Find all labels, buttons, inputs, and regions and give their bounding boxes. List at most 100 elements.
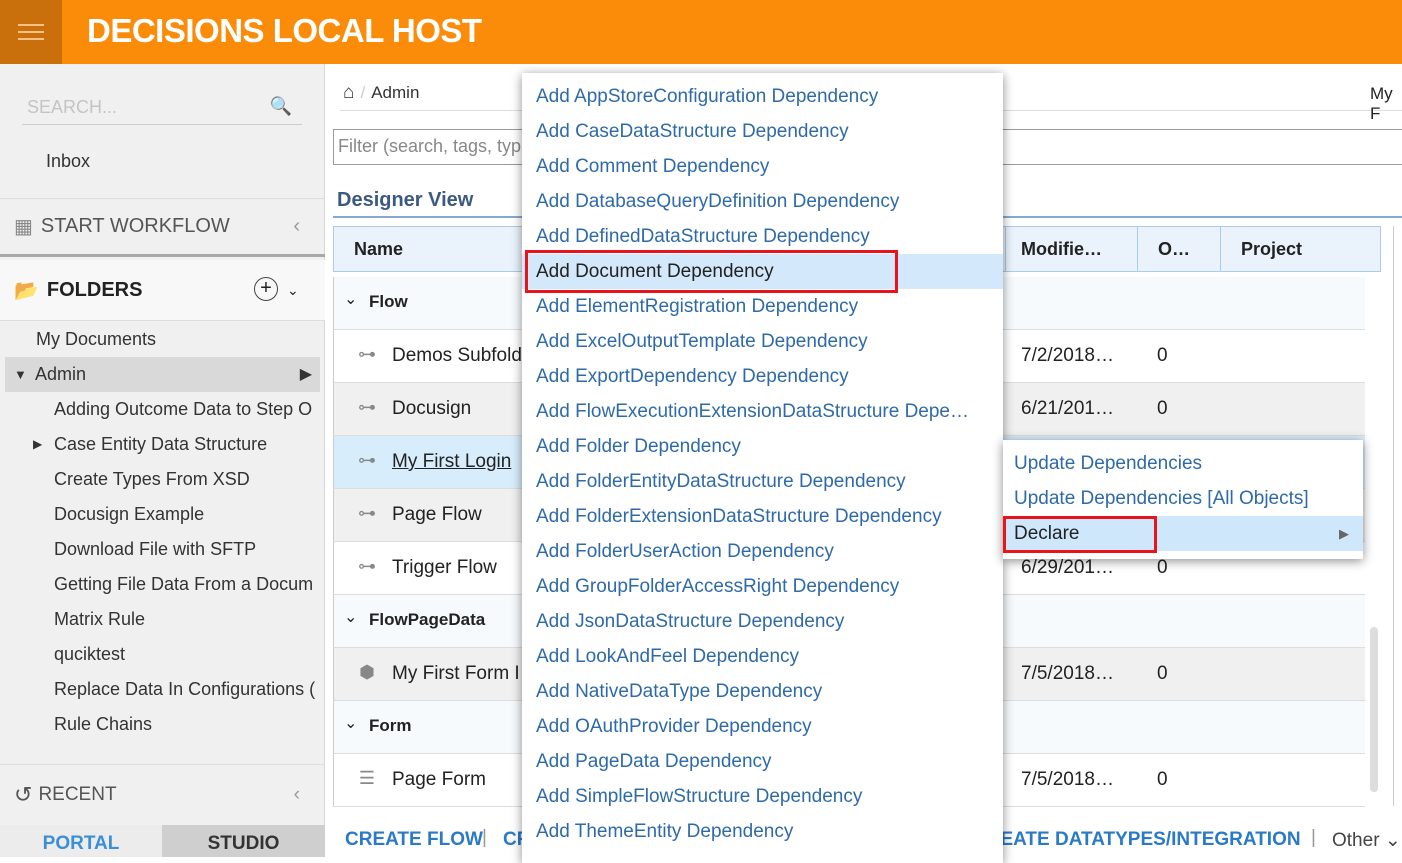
flow-icon: ⊶ [358, 450, 376, 470]
row-modified: 7/5/2018… [1021, 663, 1114, 684]
menu-item[interactable]: Add PageData Dependency [522, 744, 1003, 779]
sidebar-item-folder[interactable]: Create Types From XSD [0, 462, 325, 497]
column-project[interactable]: Project [1221, 227, 1381, 271]
folder-label: Admin [35, 364, 87, 384]
table-scrollbar[interactable] [1368, 272, 1380, 807]
folder-label: Getting File Data From a Docum [54, 574, 314, 594]
menu-item[interactable]: Add DefinedDataStructure Dependency [522, 219, 1003, 254]
folder-label: Case Entity Data Structure [54, 434, 268, 454]
row-name[interactable]: Demos Subfold [392, 345, 522, 367]
submenu-item[interactable]: Update Dependencies [All Objects] [1003, 481, 1363, 516]
sidebar-search-input[interactable]: SEARCH... 🔍 [22, 92, 302, 125]
column-owner[interactable]: O… [1138, 227, 1221, 271]
collapse-chevron-icon[interactable]: ‹ [293, 215, 300, 238]
menu-item[interactable]: Add Comment Dependency [522, 149, 1003, 184]
chevron-down-icon[interactable]: ⌄ [344, 289, 357, 309]
row-name[interactable]: My First Login [392, 451, 511, 473]
row-name[interactable]: Page Form [392, 769, 486, 791]
start-workflow-section[interactable]: ▦ START WORKFLOW ‹ [0, 198, 325, 257]
menu-item[interactable]: Add LookAndFeel Dependency [522, 639, 1003, 674]
declare-dependency-menu: Add AppStoreConfiguration Dependency Add … [522, 73, 1003, 863]
top-right-link[interactable]: My F [1370, 84, 1402, 124]
expanded-triangle-icon[interactable]: ▼ [14, 357, 27, 392]
row-name[interactable]: Docusign [392, 398, 471, 420]
folder-label: My Documents [36, 329, 157, 349]
chevron-down-icon[interactable]: ⌄ [344, 713, 357, 733]
sidebar-item-folder[interactable]: quciktest [0, 637, 325, 672]
folder-label: Replace Data In Configurations ( [54, 679, 316, 699]
sidebar-item-folder[interactable]: ▼ ▶ Admin [5, 357, 320, 392]
create-datatypes-button[interactable]: CREATE DATATYPES/INTEGRATION [973, 829, 1301, 851]
menu-item[interactable]: Add ExcelOutputTemplate Dependency [522, 324, 1003, 359]
menu-item[interactable]: Add FolderEntityDataStructure Dependency [522, 464, 1003, 499]
tab-portal[interactable]: PORTAL [0, 825, 162, 857]
group-label: Form [369, 716, 412, 735]
row-name[interactable]: My First Form I [392, 663, 520, 685]
folders-header: 📂 FOLDERS + ⌄ [0, 260, 325, 321]
menu-item[interactable]: Add AppStoreConfiguration Dependency [522, 79, 1003, 114]
sidebar-item-folder[interactable]: Docusign Example [0, 497, 325, 532]
menu-item[interactable]: Add Folder Dependency [522, 429, 1003, 464]
menu-item[interactable]: Add JsonDataStructure Dependency [522, 604, 1003, 639]
row-owner: 0 [1157, 345, 1168, 366]
row-name[interactable]: Trigger Flow [392, 557, 497, 579]
highlight-annotation [525, 250, 898, 293]
flow-icon: ⊶ [358, 503, 376, 523]
row-name[interactable]: Page Flow [392, 504, 482, 526]
menu-item[interactable]: Add OAuthProvider Dependency [522, 709, 1003, 744]
other-label: Other [1332, 830, 1380, 851]
recent-section[interactable]: ↺ RECENT ‹ [0, 764, 325, 825]
sidebar-item-folder[interactable]: Adding Outcome Data to Step O [0, 392, 325, 427]
other-dropdown[interactable]: Other ⌄ [1332, 829, 1401, 852]
expand-arrow-icon[interactable]: ▶ [300, 357, 312, 392]
sidebar-item-folder[interactable]: Getting File Data From a Docum [0, 567, 325, 602]
sidebar-item-folder[interactable]: Rule Chains [0, 707, 325, 742]
menu-item[interactable]: Add FolderUserAction Dependency [522, 534, 1003, 569]
folder-label: Adding Outcome Data to Step O [54, 399, 313, 419]
folder-label: quciktest [54, 644, 126, 664]
folder-open-icon: 📂 [14, 279, 39, 302]
recent-label: RECENT [38, 784, 117, 805]
sidebar-inbox[interactable]: Inbox [46, 151, 90, 172]
row-owner: 0 [1157, 663, 1168, 684]
flow-icon: ⊶ [358, 556, 376, 576]
menu-item[interactable]: Add NativeDataType Dependency [522, 674, 1003, 709]
sidebar-item-folder[interactable]: My Documents [0, 322, 325, 357]
chevron-down-icon[interactable]: ⌄ [344, 607, 357, 627]
menu-item[interactable]: Add CaseDataStructure Dependency [522, 114, 1003, 149]
search-placeholder: SEARCH... [27, 97, 118, 117]
group-label: FlowPageData [369, 610, 486, 629]
sidebar-item-folder[interactable]: ▶ Case Entity Data Structure [0, 427, 325, 462]
submenu-arrow-icon: ▶ [1339, 526, 1349, 541]
tab-studio[interactable]: STUDIO [162, 825, 325, 857]
column-modified[interactable]: Modifie… [1006, 227, 1138, 271]
menu-item[interactable]: Add FolderExtensionDataStructure Depende… [522, 499, 1003, 534]
collapsed-triangle-icon[interactable]: ▶ [33, 427, 42, 462]
cubes-icon: ▦ [14, 216, 33, 238]
menu-item[interactable]: Add ThemeEntity Dependency [522, 814, 1003, 849]
chevron-down-icon[interactable]: ⌄ [287, 282, 299, 299]
app-header: DECISIONS LOCAL HOST [0, 0, 1402, 64]
collapse-chevron-icon[interactable]: ‹ [294, 784, 300, 806]
breadcrumb-admin[interactable]: Admin [371, 83, 419, 103]
row-modified: 6/21/201… [1021, 398, 1114, 419]
menu-item[interactable]: Add SimpleFlowStructure Dependency [522, 779, 1003, 814]
hamburger-menu-icon[interactable] [0, 0, 62, 64]
menu-item[interactable]: Add FlowExecutionExtensionDataStructure … [522, 394, 1003, 429]
row-modified: 6/29/201… [1021, 557, 1114, 578]
folder-label: Matrix Rule [54, 609, 146, 629]
menu-item[interactable]: Add ElementRegistration Dependency [522, 289, 1003, 324]
flow-icon: ⊶ [358, 397, 376, 417]
search-icon[interactable]: 🔍 [270, 96, 292, 117]
sidebar-item-folder[interactable]: Replace Data In Configurations ( [0, 672, 325, 707]
menu-item[interactable]: Add ExportDependency Dependency [522, 359, 1003, 394]
submenu-item[interactable]: Update Dependencies [1003, 446, 1363, 481]
create-flow-button[interactable]: CREATE FLOW [345, 829, 483, 851]
sidebar-item-folder[interactable]: Matrix Rule [0, 602, 325, 637]
add-folder-icon[interactable]: + [254, 277, 278, 301]
home-icon[interactable]: ⌂ [343, 82, 354, 104]
menu-item[interactable]: Add DatabaseQueryDefinition Dependency [522, 184, 1003, 219]
menu-item[interactable]: Add GroupFolderAccessRight Dependency [522, 569, 1003, 604]
sidebar-item-folder[interactable]: Download File with SFTP [0, 532, 325, 567]
row-owner: 0 [1157, 398, 1168, 419]
